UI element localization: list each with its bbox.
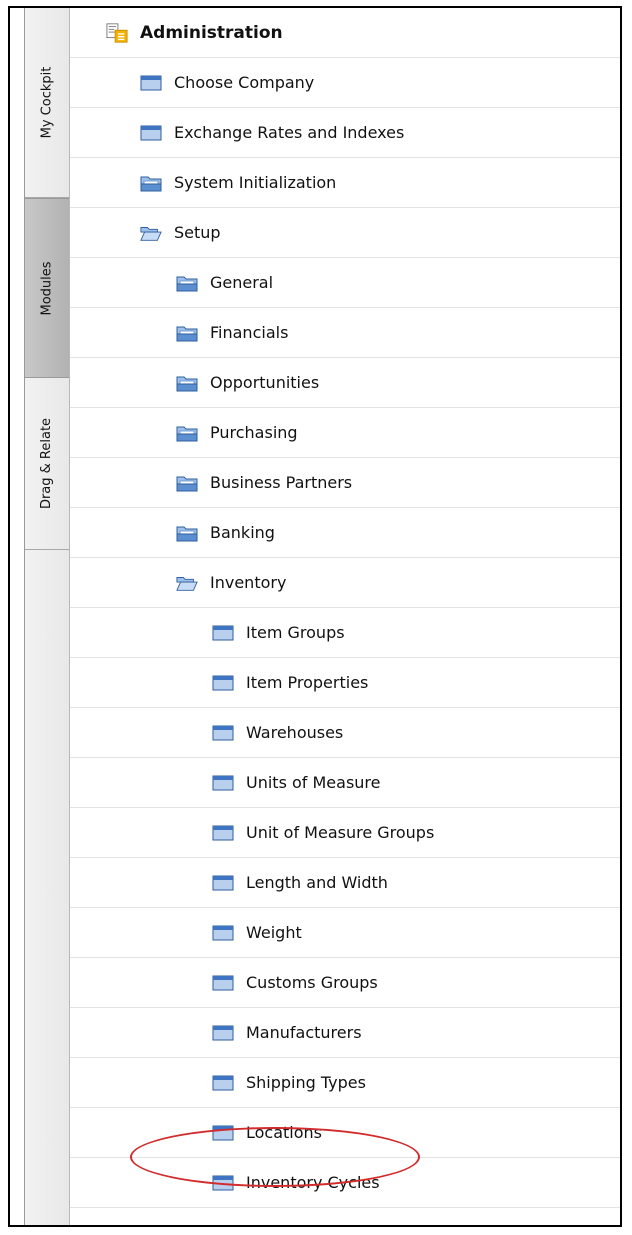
tree-item-label: Weight	[246, 923, 302, 942]
form-window-icon	[212, 1024, 234, 1042]
tree-item-choose-company[interactable]: Choose Company	[70, 58, 620, 108]
module-tree: Administration Choose Company Exchange Ra…	[70, 8, 620, 1225]
tree-item-item-properties[interactable]: Item Properties	[70, 658, 620, 708]
form-window-icon	[140, 74, 162, 92]
tree-item-banking[interactable]: Banking	[70, 508, 620, 558]
form-window-icon	[140, 124, 162, 142]
form-window-icon	[212, 824, 234, 842]
tree-item-setup[interactable]: Setup	[70, 208, 620, 258]
form-window-icon	[212, 874, 234, 892]
tree-item-label: Choose Company	[174, 73, 315, 92]
tree-item-locations[interactable]: Locations	[70, 1108, 620, 1158]
form-window-icon	[212, 674, 234, 692]
tree-item-label: Exchange Rates and Indexes	[174, 123, 405, 142]
tree-item-label: Business Partners	[210, 473, 353, 492]
form-window-icon	[212, 774, 234, 792]
folder-open-icon	[176, 574, 198, 592]
tree-item-label: Units of Measure	[246, 773, 381, 792]
tree-item-label: Item Groups	[246, 623, 345, 642]
tree-item-warehouses[interactable]: Warehouses	[70, 708, 620, 758]
tab-my-cockpit[interactable]: My Cockpit	[25, 8, 69, 198]
tree-item-label: Inventory Cycles	[246, 1173, 380, 1192]
tree-item-item-groups[interactable]: Item Groups	[70, 608, 620, 658]
tree-item-label: Banking	[210, 523, 275, 542]
folder-open-icon	[140, 224, 162, 242]
tree-item-label: Warehouses	[246, 723, 344, 742]
tree-item-label: General	[210, 273, 274, 292]
tree-item-label: Inventory	[210, 573, 287, 592]
tree-item-financials[interactable]: Financials	[70, 308, 620, 358]
tree-item-inventory[interactable]: Inventory	[70, 558, 620, 608]
tree-item-label: Shipping Types	[246, 1073, 366, 1092]
tree-item-weight[interactable]: Weight	[70, 908, 620, 958]
tree-item-label: Purchasing	[210, 423, 298, 442]
folder-closed-icon	[176, 274, 198, 292]
folder-closed-icon	[176, 524, 198, 542]
form-window-icon	[212, 1174, 234, 1192]
module-panel-frame: My Cockpit Modules Drag & Relate Adminis…	[8, 6, 622, 1227]
tree-item-label: Length and Width	[246, 873, 388, 892]
vertical-tab-strip: My Cockpit Modules Drag & Relate	[25, 8, 70, 1225]
form-window-icon	[212, 974, 234, 992]
folder-closed-icon	[140, 174, 162, 192]
tree-item-unit-of-measure-groups[interactable]: Unit of Measure Groups	[70, 808, 620, 858]
tree-item-business-partners[interactable]: Business Partners	[70, 458, 620, 508]
tab-my-cockpit-label: My Cockpit	[39, 66, 55, 139]
tree-item-system-initialization[interactable]: System Initialization	[70, 158, 620, 208]
tree-item-label: System Initialization	[174, 173, 337, 192]
module-document-icon	[106, 22, 128, 43]
tree-item-customs-groups[interactable]: Customs Groups	[70, 958, 620, 1008]
tree-item-shipping-types[interactable]: Shipping Types	[70, 1058, 620, 1108]
tree-item-label: Opportunities	[210, 373, 320, 392]
tree-item-label: Setup	[174, 223, 221, 242]
tree-item-opportunities[interactable]: Opportunities	[70, 358, 620, 408]
tab-modules-label: Modules	[39, 260, 55, 316]
form-window-icon	[212, 924, 234, 942]
tree-item-label: Manufacturers	[246, 1023, 362, 1042]
tree-item-general[interactable]: General	[70, 258, 620, 308]
tree-item-label: Locations	[246, 1123, 323, 1142]
form-window-icon	[212, 1074, 234, 1092]
form-window-icon	[212, 724, 234, 742]
tab-modules[interactable]: Modules	[25, 198, 69, 378]
tab-drag-and-relate[interactable]: Drag & Relate	[25, 378, 69, 550]
form-window-icon	[212, 624, 234, 642]
tree-header-administration[interactable]: Administration	[70, 8, 620, 58]
folder-closed-icon	[176, 324, 198, 342]
tree-item-purchasing[interactable]: Purchasing	[70, 408, 620, 458]
tree-item-exchange-rates-and-indexes[interactable]: Exchange Rates and Indexes	[70, 108, 620, 158]
folder-closed-icon	[176, 474, 198, 492]
folder-closed-icon	[176, 374, 198, 392]
tree-item-length-and-width[interactable]: Length and Width	[70, 858, 620, 908]
tree-item-units-of-measure[interactable]: Units of Measure	[70, 758, 620, 808]
tree-header-label: Administration	[140, 22, 283, 43]
form-window-icon	[212, 1124, 234, 1142]
tree-item-label: Unit of Measure Groups	[246, 823, 435, 842]
tree-item-manufacturers[interactable]: Manufacturers	[70, 1008, 620, 1058]
folder-closed-icon	[176, 424, 198, 442]
tab-drag-and-relate-label: Drag & Relate	[39, 417, 55, 510]
tree-item-inventory-cycles[interactable]: Inventory Cycles	[70, 1158, 620, 1208]
tree-item-label: Item Properties	[246, 673, 369, 692]
tree-item-label: Financials	[210, 323, 289, 342]
tree-item-label: Customs Groups	[246, 973, 378, 992]
